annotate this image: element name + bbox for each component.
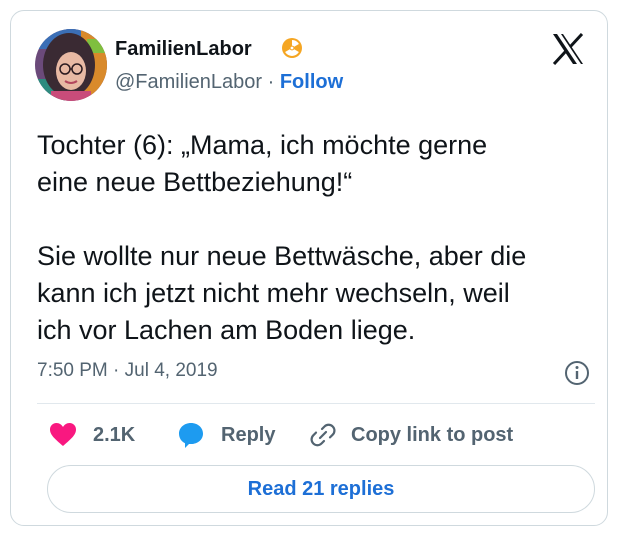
handle-separator: · bbox=[267, 71, 275, 93]
like-count: 2.1K bbox=[93, 423, 136, 446]
heart-icon bbox=[50, 423, 76, 446]
follow-button[interactable]: Follow bbox=[280, 71, 343, 93]
author-handle-row: @FamilienLabor · Follow bbox=[115, 71, 343, 94]
author-display-name[interactable]: FamilienLabor bbox=[115, 38, 252, 61]
copy-link-button[interactable]: Copy link to post bbox=[309, 419, 513, 451]
tweet-card: FamilienLabor @FamilienLabor · Follow To… bbox=[10, 10, 608, 526]
author-handle[interactable]: @FamilienLabor bbox=[115, 71, 262, 93]
reply-button[interactable]: Reply bbox=[177, 419, 275, 451]
tweet-timestamp[interactable]: 7:50 PM · Jul 4, 2019 bbox=[37, 360, 218, 382]
reply-bubble-icon bbox=[179, 423, 203, 448]
tweet-text: Tochter (6): „Mama, ich möchte gerne ein… bbox=[37, 130, 527, 345]
x-logo-icon[interactable] bbox=[551, 33, 585, 65]
reply-label: Reply bbox=[221, 423, 276, 446]
info-icon[interactable] bbox=[564, 360, 590, 386]
avatar-image bbox=[35, 29, 107, 101]
like-button[interactable]: 2.1K bbox=[49, 419, 135, 451]
link-icon bbox=[310, 423, 336, 447]
author-avatar[interactable] bbox=[35, 29, 107, 101]
divider bbox=[37, 403, 595, 404]
radioactive-icon bbox=[282, 38, 302, 58]
read-replies-button[interactable]: Read 21 replies bbox=[47, 465, 595, 513]
copy-link-label: Copy link to post bbox=[351, 423, 514, 446]
